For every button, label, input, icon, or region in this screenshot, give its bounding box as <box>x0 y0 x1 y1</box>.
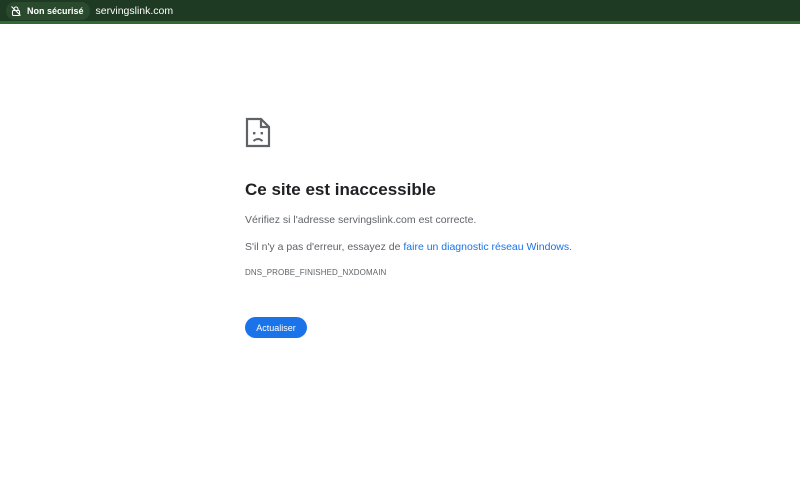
check-address-text: Vérifiez si l'adresse servingslink.com e… <box>245 214 477 226</box>
reload-button[interactable]: Actualiser <box>245 317 307 338</box>
suggestion-prefix: S'il n'y a pas d'erreur, essayez de <box>245 241 404 253</box>
suggestion-text: S'il n'y a pas d'erreur, essayez de fair… <box>245 240 665 254</box>
address-bar: Non sécurisé servingslink.com <box>0 0 800 24</box>
network-diagnostic-link[interactable]: faire un diagnostic réseau Windows <box>403 241 569 253</box>
suggestion-suffix: . <box>569 241 573 253</box>
not-secure-lock-icon <box>10 5 22 17</box>
security-label: Non sécurisé <box>27 5 84 16</box>
error-content: Ce site est inaccessible Vérifiez si l'a… <box>245 117 665 338</box>
error-title: Ce site est inaccessible <box>245 180 436 199</box>
url-text[interactable]: servingslink.com <box>96 5 174 17</box>
security-chip[interactable]: Non sécurisé <box>6 1 90 20</box>
error-code: DNS_PROBE_FINISHED_NXDOMAIN <box>245 268 387 277</box>
sad-page-icon <box>245 117 271 148</box>
